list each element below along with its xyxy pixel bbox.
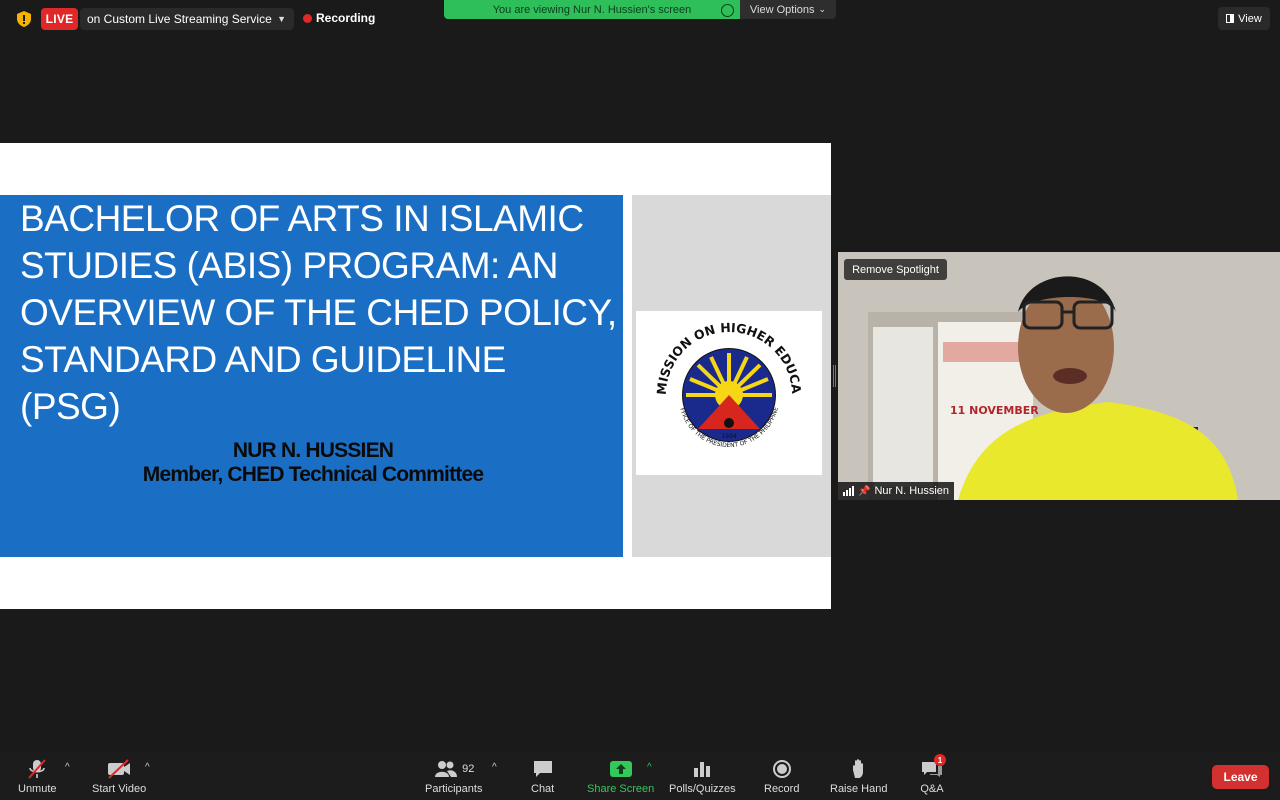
share-screen-label: Share Screen xyxy=(587,783,655,795)
chat-label: Chat xyxy=(531,783,555,795)
live-service-label: on Custom Live Streaming Service xyxy=(87,12,272,26)
ched-logo: COMMISSION ON HIGHER EDUCATION 1994 OFFI… xyxy=(630,299,822,475)
qa-notification-badge: 1 xyxy=(934,754,946,766)
viewing-screen-banner: You are viewing Nur N. Hussien's screen xyxy=(444,0,740,19)
qa-icon: 1 xyxy=(920,754,946,781)
participants-count: 92 xyxy=(462,763,475,775)
polls-quizzes-button[interactable]: Polls/Quizzes xyxy=(669,757,736,795)
raise-hand-icon xyxy=(849,757,869,781)
shared-screen-slide: BACHELOR OF ARTS IN ISLAMIC STUDIES (ABI… xyxy=(0,143,831,609)
raise-hand-button[interactable]: Raise Hand xyxy=(830,757,887,795)
unmute-button[interactable]: Unmute xyxy=(18,757,57,795)
chat-icon xyxy=(532,757,554,781)
qa-label: Q&A xyxy=(920,783,944,795)
svg-text:11 NOVEMBER: 11 NOVEMBER xyxy=(950,404,1039,417)
live-streaming-dropdown[interactable]: on Custom Live Streaming Service ▼ xyxy=(80,8,294,30)
chevron-down-icon: ⌄ xyxy=(818,4,827,14)
recording-indicator[interactable]: Recording xyxy=(303,11,375,25)
participant-name: Nur N. Hussien xyxy=(874,485,950,497)
remove-spotlight-button[interactable]: Remove Spotlight xyxy=(844,259,947,280)
record-button[interactable]: Record xyxy=(764,757,799,795)
signal-strength-icon xyxy=(843,486,854,496)
view-options-label: View Options xyxy=(749,3,815,16)
start-video-label: Start Video xyxy=(92,783,147,795)
view-options-button[interactable]: View Options ⌄ xyxy=(740,0,836,19)
slide-title-line: STUDIES (ABIS) PROGRAM: AN xyxy=(20,245,558,286)
viewing-screen-text: You are viewing Nur N. Hussien's screen xyxy=(492,3,692,16)
microphone-muted-icon xyxy=(26,757,48,781)
leave-button[interactable]: Leave xyxy=(1212,765,1269,789)
unmute-label: Unmute xyxy=(18,783,57,795)
security-shield-icon[interactable] xyxy=(16,10,32,28)
participants-icon: 92 xyxy=(433,757,474,781)
presenter-role: Member, CHED Technical Committee xyxy=(142,463,484,486)
presenter-name: NUR N. HUSSIEN xyxy=(232,439,394,462)
participants-label: Participants xyxy=(425,783,483,795)
start-video-button[interactable]: Start Video xyxy=(92,757,146,795)
slide-title-line: (PSG) xyxy=(20,386,121,427)
participants-button[interactable]: 92 Participants xyxy=(425,757,482,795)
view-layout-icon xyxy=(1226,14,1235,23)
slide-title-line: BACHELOR OF ARTS IN ISLAMIC xyxy=(20,198,584,239)
share-options-caret-icon[interactable]: ^ xyxy=(647,762,652,773)
slide-title-line: OVERVIEW OF THE CHED POLICY, xyxy=(20,292,617,333)
live-badge[interactable]: LIVE xyxy=(41,8,78,30)
audio-options-caret-icon[interactable]: ^ xyxy=(65,762,70,773)
participant-name-tag: 📌 Nur N. Hussien xyxy=(838,482,955,500)
raise-hand-label: Raise Hand xyxy=(830,783,888,795)
recording-label: Recording xyxy=(316,11,376,25)
share-screen-icon xyxy=(609,757,633,781)
view-label: View xyxy=(1238,12,1262,25)
chevron-down-icon: ▼ xyxy=(277,14,286,24)
meeting-toolbar: Unmute ^ Start Video ^ 92 Participants ^ xyxy=(0,752,1280,800)
share-screen-button[interactable]: Share Screen xyxy=(587,757,654,795)
panel-resize-handle[interactable] xyxy=(833,365,836,387)
spotlight-video-tile[interactable]: 11 NOVEMBER Remove Spotlight 📌 Nur N. Hu… xyxy=(838,252,1280,500)
encryption-icon xyxy=(721,4,734,17)
polls-label: Polls/Quizzes xyxy=(669,783,736,795)
video-options-caret-icon[interactable]: ^ xyxy=(145,762,150,773)
chat-button[interactable]: Chat xyxy=(531,757,554,795)
view-button[interactable]: View xyxy=(1218,7,1270,30)
video-off-icon xyxy=(106,757,132,781)
polls-icon xyxy=(692,757,712,781)
pin-icon: 📌 xyxy=(858,485,871,497)
qa-button[interactable]: 1 Q&A xyxy=(920,754,946,795)
slide-title: BACHELOR OF ARTS IN ISLAMIC STUDIES (ABI… xyxy=(20,195,620,430)
participant-video: 11 NOVEMBER xyxy=(838,252,1280,500)
record-icon xyxy=(772,757,792,781)
participants-options-caret-icon[interactable]: ^ xyxy=(492,762,497,773)
slide-title-line: STANDARD AND GUIDELINE xyxy=(20,339,506,380)
record-label: Record xyxy=(764,783,800,795)
logo-year: 1994 xyxy=(721,433,736,440)
record-dot-icon xyxy=(303,13,312,23)
